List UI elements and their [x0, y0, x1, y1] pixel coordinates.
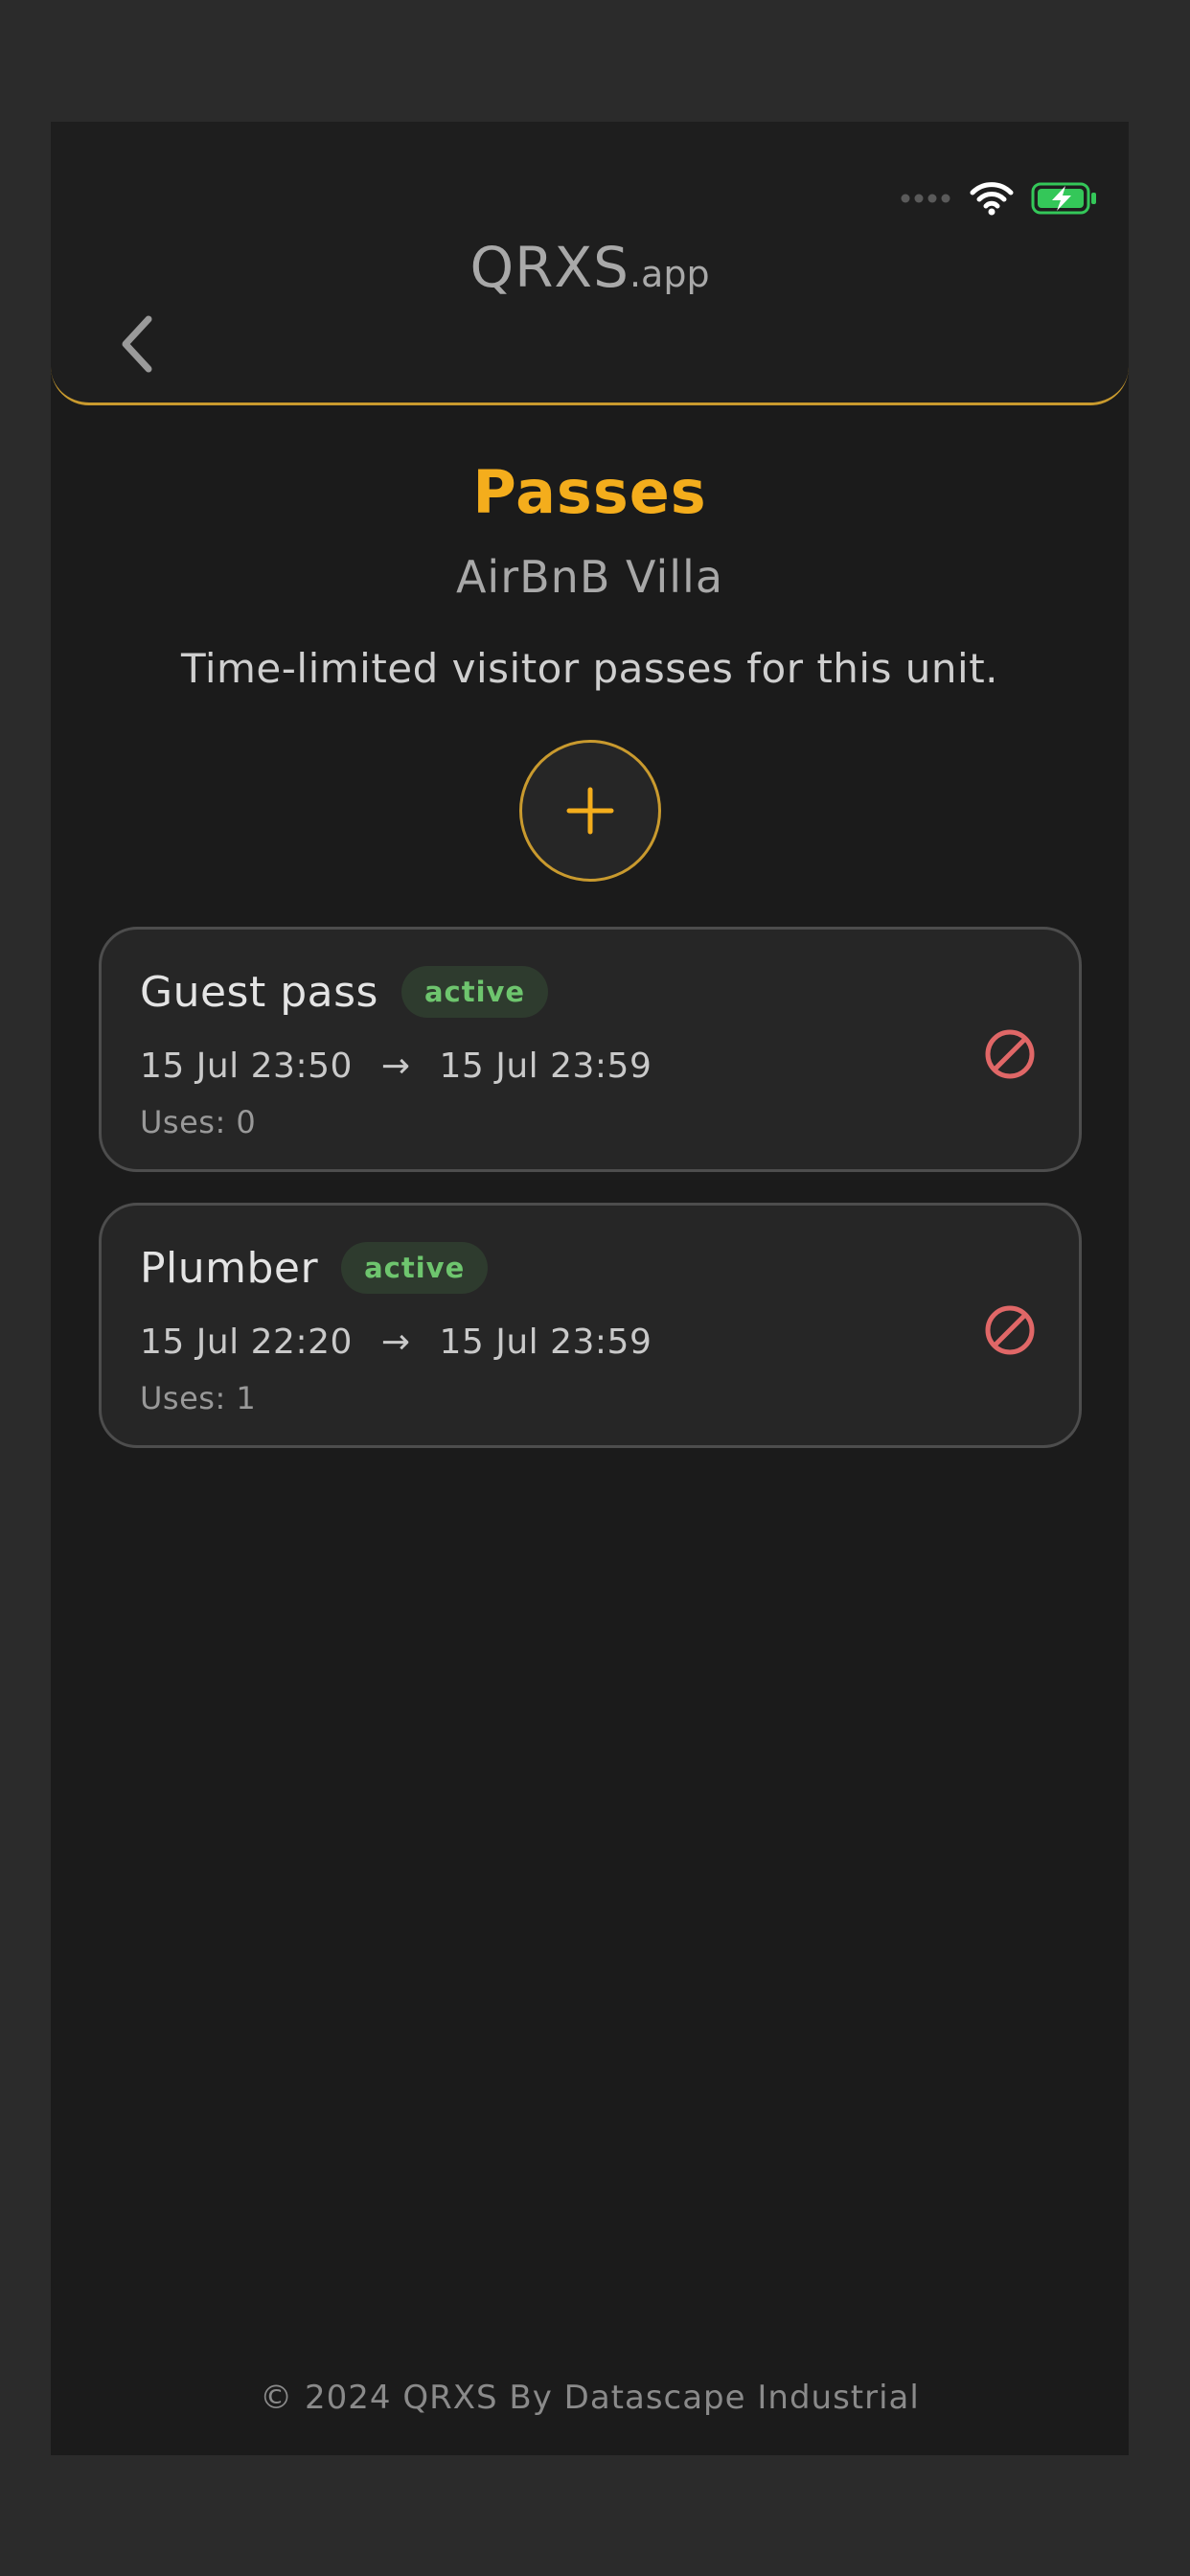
- signal-dots-icon: [901, 194, 950, 203]
- pass-uses: Uses: 0: [140, 1104, 257, 1140]
- block-icon: [985, 1305, 1035, 1355]
- app-title: QRXS.app: [51, 235, 1129, 300]
- battery-charging-icon: [1031, 182, 1096, 215]
- arrow-right-icon: →: [380, 1322, 411, 1362]
- pass-validity: 15 Jul 23:50 → 15 Jul 23:59: [140, 1046, 652, 1086]
- app-tld: .app: [629, 253, 710, 295]
- pass-validity: 15 Jul 22:20 → 15 Jul 23:59: [140, 1322, 652, 1362]
- pass-start-time: 15 Jul 23:50: [140, 1046, 353, 1086]
- pass-end-time: 15 Jul 23:59: [439, 1046, 652, 1086]
- pass-start-time: 15 Jul 22:20: [140, 1322, 353, 1362]
- status-badge: active: [341, 1242, 489, 1294]
- pass-name: Guest pass: [140, 967, 378, 1017]
- status-badge: active: [400, 966, 549, 1018]
- back-button[interactable]: [108, 306, 166, 382]
- pass-card-guest-pass[interactable]: Guest pass active 15 Jul 23:50 → 15 Jul …: [99, 927, 1082, 1172]
- unit-name: AirBnB Villa: [455, 551, 724, 603]
- status-bar: [51, 122, 1129, 218]
- app-screen: QRXS.app Passes AirBnB Villa Time-limite…: [51, 122, 1129, 2455]
- add-pass-button[interactable]: [519, 740, 661, 882]
- plus-icon: [566, 787, 614, 835]
- block-icon: [985, 1029, 1035, 1079]
- page-title: Passes: [472, 457, 707, 527]
- app-brand: QRXS: [469, 235, 629, 300]
- pass-uses: Uses: 1: [140, 1380, 257, 1416]
- arrow-right-icon: →: [380, 1046, 411, 1086]
- wifi-icon: [970, 182, 1014, 216]
- footer-copyright: © 2024 QRXS By Datascape Industrial: [260, 2379, 920, 2417]
- pass-name: Plumber: [140, 1243, 319, 1293]
- revoke-pass-button[interactable]: [981, 1301, 1039, 1359]
- pass-end-time: 15 Jul 23:59: [439, 1322, 652, 1362]
- chevron-left-icon: [122, 315, 152, 373]
- pass-card-plumber[interactable]: Plumber active 15 Jul 22:20 → 15 Jul 23:…: [99, 1203, 1082, 1448]
- revoke-pass-button[interactable]: [981, 1025, 1039, 1083]
- page-description: Time-limited visitor passes for this uni…: [180, 645, 999, 692]
